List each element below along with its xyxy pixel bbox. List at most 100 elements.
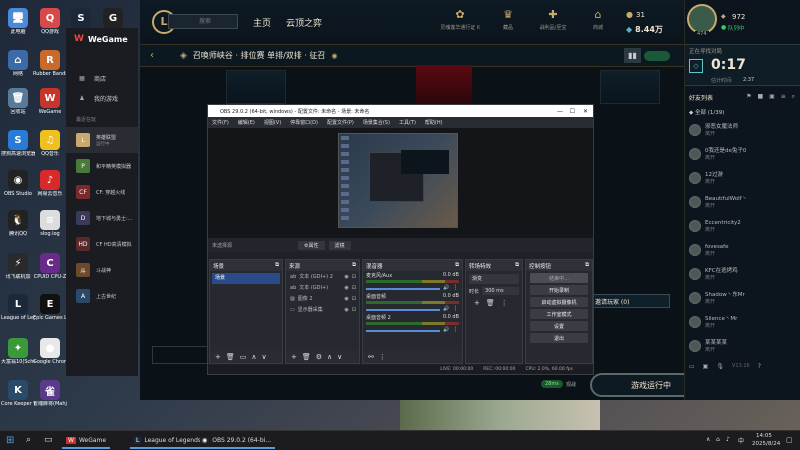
lock-icon[interactable]: ⊡ (352, 285, 356, 291)
lol-nav-item-1[interactable]: ✿ 灵魂莲华通行证 II (440, 8, 480, 31)
friend-row[interactable]: 邪恶女魔法师 离开 (685, 118, 800, 142)
friend-row[interactable]: 某某某某 离开 (685, 334, 800, 358)
notification-icon[interactable]: ▣ (703, 363, 709, 370)
friends-group[interactable]: ◆ 全部 (1/39) (689, 108, 724, 116)
control-button-1[interactable]: 结束中... (530, 273, 588, 283)
channel-menu-icon[interactable]: ⋮ (453, 284, 459, 291)
control-button-6[interactable]: 退出 (530, 333, 588, 343)
friend-row[interactable]: Eccentricity2 离开 (685, 214, 800, 238)
help-icon[interactable]: ? (758, 363, 761, 370)
friend-row[interactable]: 12过游 离开 (685, 166, 800, 190)
obs-maximize-icon[interactable]: ☐ (570, 108, 575, 115)
wegame-nav-1[interactable]: ▦ 商店 (66, 68, 138, 88)
clock-date[interactable]: 2025/8/24 (752, 441, 780, 447)
filters-button[interactable]: 滤镜 (328, 240, 351, 250)
obs-menu-item-8[interactable]: 帮助(H) (425, 119, 443, 126)
control-button-2[interactable]: 开始录制 (530, 285, 588, 295)
taskbar-app-1[interactable]: W WeGame (62, 433, 111, 449)
lock-icon[interactable]: ⊡ (352, 307, 356, 313)
clock-time[interactable]: 14:05 (756, 433, 772, 439)
volume-icon[interactable]: ♪ (726, 436, 730, 443)
speaker-icon[interactable]: 🔊 (443, 285, 449, 291)
desktop-icon-12[interactable]: ♪ 网易云音乐 (35, 170, 65, 197)
obs-menu-item-6[interactable]: 场景集合(S) (363, 119, 390, 126)
desktop-icon-18[interactable]: EEpic Games Launcher (33, 294, 67, 321)
lol-search-input[interactable] (168, 14, 238, 29)
mixer-link-icon[interactable]: ⚯ (368, 353, 374, 361)
desktop-icon-6[interactable]: RRubber Bandits (33, 50, 67, 77)
volume-slider[interactable] (366, 287, 441, 290)
friends-toolbar-icons[interactable]: ⚑ ■ ▣ ≡ ⌕ (746, 93, 797, 101)
friend-row[interactable]: Shadow丶东Mr 离开 (685, 286, 800, 310)
friend-row[interactable]: KFC在逃烤鸡 离开 (685, 262, 800, 286)
mic-icon[interactable]: 🎙 (716, 363, 724, 370)
invite-button[interactable]: 邀请玩家 (0) (590, 294, 670, 308)
add-scene-icon[interactable]: + (215, 353, 221, 361)
desktop-icon-16[interactable]: C CPUID CPU-Z (34, 253, 66, 280)
channel-menu-icon[interactable]: ⋮ (453, 305, 459, 312)
start-icon[interactable]: ⊞ (6, 435, 14, 446)
obs-menu-item-5[interactable]: 配置文件(P) (327, 119, 354, 126)
desktop-icon-1[interactable]: 🖥 此电脑 (3, 8, 33, 35)
panel-toggle-icon[interactable]: ▮▮ (624, 48, 641, 63)
obs-menu-item-2[interactable]: 编辑(E) (238, 119, 255, 126)
obs-minimize-icon[interactable]: — (557, 108, 563, 115)
lobby-info-icon[interactable]: ◉ (331, 52, 337, 60)
currency-be[interactable]: ◆ 8.44万 (626, 24, 663, 35)
dock-undock-icon[interactable]: ⧉ (585, 262, 589, 269)
friend-row[interactable]: BeautifulWolf丶 离开 (685, 190, 800, 214)
source-item[interactable]: ab 文本 (GDI+) 2 ◉ ⊡ (286, 271, 359, 282)
desktop-icon-13[interactable]: 🐧 腾讯QQ (3, 210, 33, 237)
lock-icon[interactable]: ⊡ (352, 274, 356, 280)
search-icon[interactable]: ⌕ (26, 435, 31, 445)
volume-slider[interactable] (366, 329, 441, 332)
desktop-icon-7[interactable]: 🗑 回收站 (3, 88, 33, 115)
remove-source-icon[interactable]: 🗑 (302, 353, 311, 361)
properties-button[interactable]: ⚙属性 (298, 240, 325, 250)
visibility-icon[interactable]: ◉ (344, 285, 348, 291)
lol-nav-item-4[interactable]: ⌂ 商城 (578, 8, 618, 31)
source-item[interactable]: ▨ 图像 2 ◉ ⊡ (286, 293, 359, 304)
source-settings-icon[interactable]: ⚙ (316, 353, 322, 361)
remove-transition-icon[interactable]: 🗑 (486, 299, 495, 307)
lol-nav-item-2[interactable]: ♛ 藏品 (488, 8, 528, 31)
source-down-icon[interactable]: ∨ (337, 353, 342, 361)
scene-item[interactable]: 场景 (212, 273, 280, 284)
lock-icon[interactable]: ⊡ (352, 296, 356, 302)
friend-row[interactable]: fovesafe 离开 (685, 238, 800, 262)
lol-nav-item-3[interactable]: ✚ 战利品/至宝 (533, 8, 573, 31)
scene-down-icon[interactable]: ∨ (262, 353, 267, 361)
notification-center-icon[interactable]: ▢ (786, 436, 793, 444)
wegame-game-5[interactable]: HD CF HD高清模拟 (66, 231, 138, 257)
control-button-3[interactable]: 启动虚拟摄像机 (530, 297, 588, 307)
wegame-game-3[interactable]: CF CF: 穿越火线 (66, 179, 138, 205)
source-item[interactable]: ▭ 显示器采集 ◉ ⊡ (286, 304, 359, 315)
desktop-icon-20[interactable]: ●Google Chrome (33, 338, 67, 365)
visibility-icon[interactable]: ◉ (344, 307, 348, 313)
wegame-game-2[interactable]: P 和平精英模拟器 (66, 153, 138, 179)
mixer-menu-icon[interactable]: ⋮ (379, 353, 386, 361)
desktop-icon-17[interactable]: LLeague of Legends (1, 294, 35, 321)
friend-row[interactable]: Silence丶Mr 离开 (685, 310, 800, 334)
profile-avatar[interactable] (687, 4, 717, 34)
transition-menu-icon[interactable]: ⋮ (501, 299, 508, 307)
source-up-icon[interactable]: ∧ (327, 353, 332, 361)
transition-select[interactable]: 渐变 (469, 274, 519, 284)
wegame-game-6[interactable]: 斗斗战神 (66, 257, 138, 283)
desktop-icon-10[interactable]: ♫ QQ音乐 (35, 130, 65, 157)
taskbar-app-2[interactable]: L League of Legends (130, 433, 206, 449)
input-language[interactable]: 中 (738, 436, 744, 445)
desktop-icon-15[interactable]: ⚡ 讯飞联机加 (3, 253, 33, 280)
desktop-icon-9[interactable]: S 搜狗高速浏览器 (1, 130, 35, 157)
scene-filter-icon[interactable]: ▭ (240, 353, 247, 361)
nav-tft[interactable]: 云顶之弈 (286, 16, 322, 29)
source-item[interactable]: ab 文本 (GDI+) ◉ ⊡ (286, 282, 359, 293)
obs-preview[interactable] (208, 128, 593, 238)
desktop-icon-22[interactable]: 雀雀魂麻将(Mahjong... (33, 380, 67, 407)
speaker-icon[interactable]: 🔊 (443, 327, 449, 333)
desktop-icon-11[interactable]: ◉ OBS Studio (3, 170, 33, 197)
chat-icon[interactable]: ▭ (689, 363, 695, 370)
control-button-4[interactable]: 工作室模式 (530, 309, 588, 319)
speaker-icon[interactable]: 🔊 (443, 306, 449, 312)
dock-undock-icon[interactable]: ⧉ (455, 262, 459, 269)
